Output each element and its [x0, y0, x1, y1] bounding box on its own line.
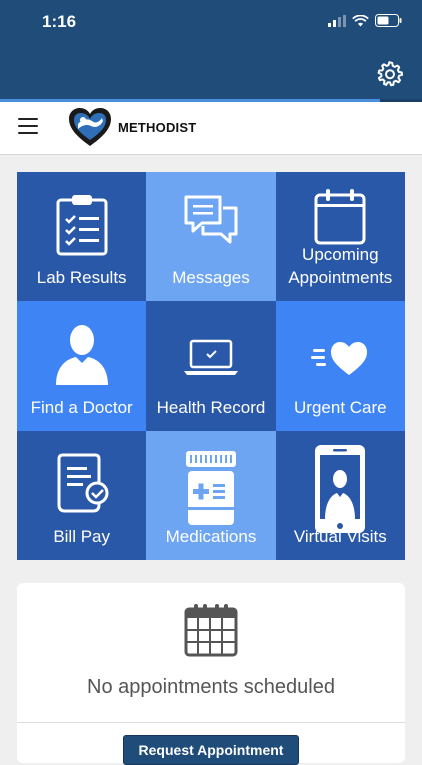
- tile-label: Find a Doctor: [30, 397, 133, 417]
- tile-label: Messages: [172, 268, 250, 288]
- tile-bill-pay[interactable]: Bill Pay: [17, 430, 147, 560]
- tile-virtual-visits[interactable]: Virtual Visits: [275, 430, 405, 560]
- methodist-logo: [69, 108, 111, 146]
- brand-bar: METHODIST: [0, 102, 422, 155]
- tile-label: Upcoming Appointments: [288, 245, 393, 288]
- heart-speed-icon: [311, 342, 368, 376]
- phone-video-icon: [315, 444, 366, 533]
- hamburger-menu-icon[interactable]: [18, 118, 38, 136]
- wifi-icon: [352, 14, 369, 26]
- calendar-grid-icon: [184, 604, 238, 657]
- tile-label: Bill Pay: [53, 526, 110, 546]
- tile-health-record[interactable]: Health Record: [146, 301, 276, 431]
- tile-find-a-doctor[interactable]: Find a Doctor: [17, 301, 147, 431]
- no-appointments-text: No appointments scheduled: [87, 676, 335, 698]
- brand-name: METHODIST: [118, 120, 197, 135]
- pill-bottle-icon: [185, 450, 236, 525]
- appointments-card: No appointments scheduled Request Appoin…: [17, 583, 405, 765]
- feature-grid: Lab Results Messages Upcoming Appointmen…: [17, 172, 405, 560]
- tile-upcoming-appointments[interactable]: Upcoming Appointments: [275, 172, 405, 302]
- tile-label: Urgent Care: [294, 397, 387, 417]
- tile-messages[interactable]: Messages: [146, 172, 276, 302]
- divider: [17, 722, 405, 723]
- tile-medications[interactable]: Medications: [146, 430, 276, 560]
- tile-lab-results[interactable]: Lab Results: [17, 172, 147, 302]
- app-header: [0, 46, 422, 99]
- battery-icon: [375, 14, 402, 27]
- gear-icon[interactable]: [376, 60, 404, 88]
- request-appointment-button[interactable]: Request Appointment: [123, 735, 299, 765]
- doctor-person-icon: [55, 325, 108, 386]
- status-bar: 1:16: [0, 0, 422, 46]
- calendar-icon: [314, 189, 366, 245]
- receipt-icon: [57, 453, 109, 513]
- signal-icon: [328, 14, 346, 27]
- tile-urgent-care[interactable]: Urgent Care: [275, 301, 405, 431]
- tile-label: Lab Results: [36, 268, 127, 288]
- chat-bubbles-icon: [184, 195, 238, 244]
- laptop-icon: [183, 340, 238, 376]
- clipboard-checklist-icon: [56, 195, 108, 256]
- tile-label: Medications: [165, 526, 257, 546]
- status-icons: [328, 14, 402, 27]
- tile-label: Health Record: [156, 397, 266, 417]
- status-time: 1:16: [42, 12, 77, 31]
